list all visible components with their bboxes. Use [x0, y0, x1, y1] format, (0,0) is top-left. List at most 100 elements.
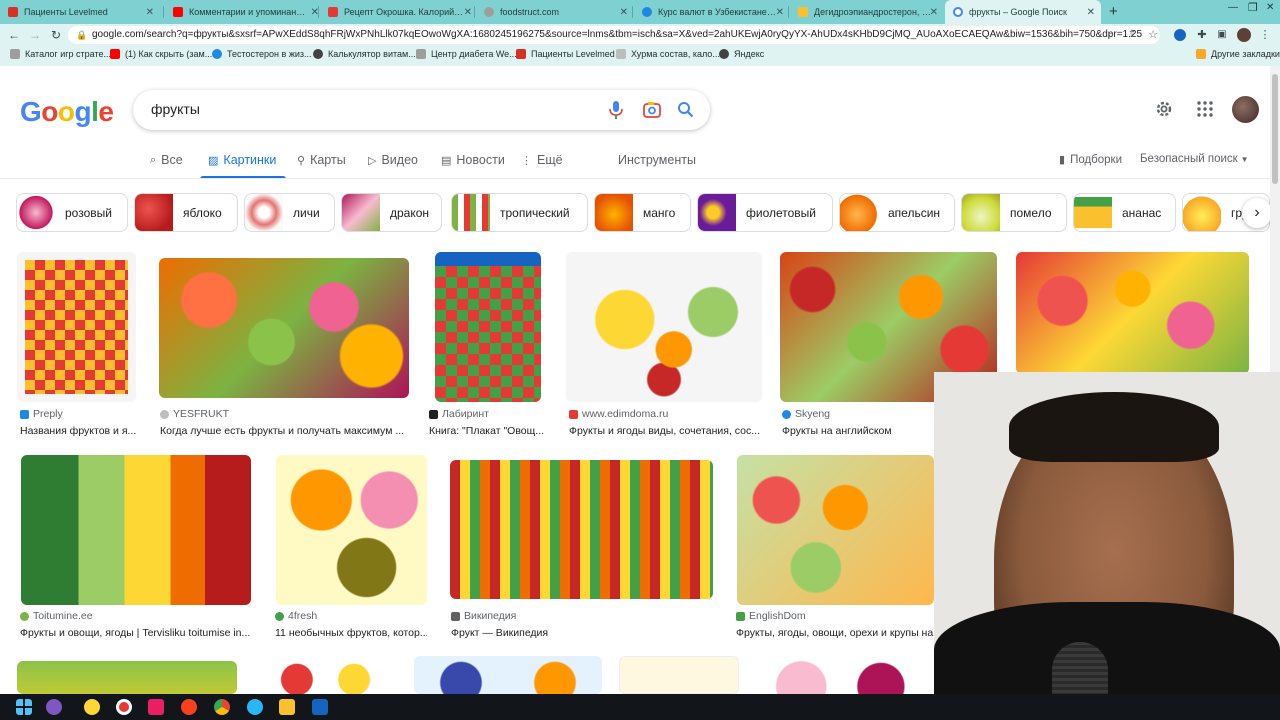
result-image[interactable]: [435, 252, 541, 402]
nav-video[interactable]: ▷ Видео: [368, 153, 418, 167]
tab-google-active[interactable]: фрукты – Google Поиск ✕: [945, 0, 1101, 24]
close-icon[interactable]: ✕: [146, 7, 154, 18]
result-image[interactable]: [21, 455, 251, 605]
close-icon[interactable]: ✕: [464, 7, 472, 18]
result-source[interactable]: 4fresh: [275, 610, 317, 622]
maximize-button[interactable]: ❐: [1248, 1, 1258, 14]
settings-gear-icon[interactable]: [1155, 100, 1173, 118]
tab-dhea[interactable]: Дегидроэпиандростерон, DHE ✕: [790, 2, 944, 22]
scrollbar-thumb[interactable]: [1272, 74, 1278, 184]
folder-icon[interactable]: [279, 699, 295, 715]
share-icon[interactable]: ⇪: [1125, 28, 1139, 42]
result-image[interactable]: [254, 658, 397, 694]
chip-purple[interactable]: фиолетовый: [697, 193, 833, 232]
back-arrow-icon[interactable]: ←: [7, 28, 21, 42]
microphone-icon[interactable]: [609, 101, 623, 119]
nav-more[interactable]: ⋮ Ещё: [521, 153, 563, 167]
recorder-icon[interactable]: [116, 699, 132, 715]
google-logo[interactable]: Google: [20, 96, 114, 128]
result-title[interactable]: Фрукты и овощи, ягоды | Tervisliku toitu…: [20, 627, 252, 639]
result-image[interactable]: [17, 661, 237, 694]
bookmark-item[interactable]: (1) Как скрыть (зам...: [110, 49, 212, 59]
tab-recipe[interactable]: Рецепт Окрошка. Калорийнос ✕: [320, 2, 478, 22]
bookmark-item[interactable]: Хурма состав, кало...: [616, 49, 720, 59]
result-title[interactable]: Книга: "Плакат "Овощ...: [429, 425, 545, 437]
other-bookmarks[interactable]: Другие закладки: [1196, 49, 1280, 59]
tab-currency[interactable]: Курс валют в Узбекистане. Лу ✕: [634, 2, 790, 22]
search-input[interactable]: фрукты: [151, 101, 200, 117]
tab-foodstruct[interactable]: foodstruct.com ✕: [476, 2, 634, 22]
music-icon[interactable]: [148, 699, 164, 715]
chip-orange[interactable]: апельсин: [839, 193, 955, 232]
search-icon[interactable]: [677, 101, 694, 118]
result-source[interactable]: Лабиринт: [429, 408, 489, 420]
chip-pink[interactable]: розовый: [16, 193, 128, 232]
zoom-icon[interactable]: ⌕: [1104, 28, 1118, 42]
chip-pineapple[interactable]: ананас: [1073, 193, 1176, 232]
chip-lychee[interactable]: личи: [244, 193, 335, 232]
result-image[interactable]: [159, 258, 409, 398]
result-image[interactable]: [276, 455, 427, 605]
result-image[interactable]: [450, 460, 713, 599]
result-image[interactable]: [757, 656, 934, 694]
windows-start-icon[interactable]: [16, 699, 32, 715]
new-tab-button[interactable]: +: [1109, 3, 1118, 20]
chrome-icon[interactable]: [214, 699, 230, 715]
chip-apple[interactable]: яблоко: [134, 193, 238, 232]
bookmark-item[interactable]: Каталог игр страте...: [10, 49, 111, 59]
chip-mango[interactable]: манго: [594, 193, 691, 232]
puzzle-icon[interactable]: ✚: [1195, 28, 1209, 42]
telegram-icon[interactable]: [247, 699, 263, 715]
yandex-icon[interactable]: [181, 699, 197, 715]
result-title[interactable]: Фрукты и ягоды виды, сочетания, сос...: [569, 425, 763, 437]
result-image[interactable]: [619, 656, 739, 694]
app-icon[interactable]: [46, 699, 62, 715]
sidepanel-icon[interactable]: ▣: [1215, 28, 1229, 42]
apps-grid-icon[interactable]: [1197, 101, 1213, 117]
nav-all[interactable]: ⌕ Все: [150, 153, 183, 167]
bookmark-item[interactable]: Тестостерон в жиз...: [212, 49, 312, 59]
extension-icon[interactable]: [1174, 29, 1186, 41]
bookmark-item[interactable]: Яндекс: [719, 49, 764, 59]
result-source[interactable]: www.edimdoma.ru: [569, 408, 668, 420]
nav-images[interactable]: ▨ Картинки: [208, 153, 276, 167]
result-image[interactable]: [414, 656, 602, 694]
collections-link[interactable]: ▮ Подборки: [1059, 153, 1122, 167]
close-icon[interactable]: ✕: [776, 7, 784, 18]
result-title[interactable]: Названия фруктов и я...: [20, 425, 138, 437]
result-image[interactable]: [737, 455, 934, 605]
chip-tropical[interactable]: тропический: [451, 193, 588, 232]
chips-next-button[interactable]: ›: [1242, 198, 1272, 228]
result-title[interactable]: Когда лучше есть фрукты и получать макси…: [160, 425, 408, 437]
tab-levelmed[interactable]: Пациенты Levelmed ✕: [0, 2, 160, 22]
bookmark-item[interactable]: Центр диабета We...: [416, 49, 517, 59]
page-scrollbar[interactable]: [1270, 66, 1280, 372]
camera-lens-icon[interactable]: [643, 101, 661, 119]
result-source[interactable]: Википедия: [451, 610, 516, 622]
search-box[interactable]: фрукты: [133, 90, 710, 130]
address-bar[interactable]: 🔒 google.com/search?q=фрукты&sxsrf=APwXE…: [68, 26, 1160, 44]
profile-avatar[interactable]: [1237, 28, 1251, 42]
bookmark-item[interactable]: Калькулятор витам...: [313, 49, 416, 59]
close-icon[interactable]: ✕: [1087, 7, 1095, 18]
menu-icon[interactable]: ⋮: [1258, 28, 1272, 42]
result-source[interactable]: Preply: [20, 408, 63, 420]
result-image[interactable]: [566, 252, 762, 402]
nav-news[interactable]: ▤ Новости: [441, 153, 505, 167]
word-icon[interactable]: [312, 699, 328, 715]
reload-icon[interactable]: ↻: [49, 28, 63, 42]
safesearch-dropdown[interactable]: Безопасный поиск ▼: [1140, 153, 1249, 165]
chip-pomelo[interactable]: помело: [961, 193, 1067, 232]
result-title[interactable]: Фрукты, ягоды, овощи, орехи и крупы на: [736, 627, 934, 639]
nav-maps[interactable]: ⚲ Карты: [297, 153, 346, 167]
chip-dragon[interactable]: дракон: [341, 193, 442, 232]
result-source[interactable]: EnglishDom: [736, 610, 806, 622]
app-icon[interactable]: [84, 699, 100, 715]
forward-arrow-icon[interactable]: →: [28, 28, 42, 42]
result-source[interactable]: Toitumine.ee: [20, 610, 93, 622]
minimize-button[interactable]: —: [1228, 2, 1238, 13]
result-title[interactable]: Фрукт — Википедия: [451, 627, 651, 639]
tools-button[interactable]: Инструменты: [618, 153, 696, 167]
star-icon[interactable]: ☆: [1146, 28, 1160, 42]
close-icon[interactable]: ✕: [930, 7, 938, 18]
